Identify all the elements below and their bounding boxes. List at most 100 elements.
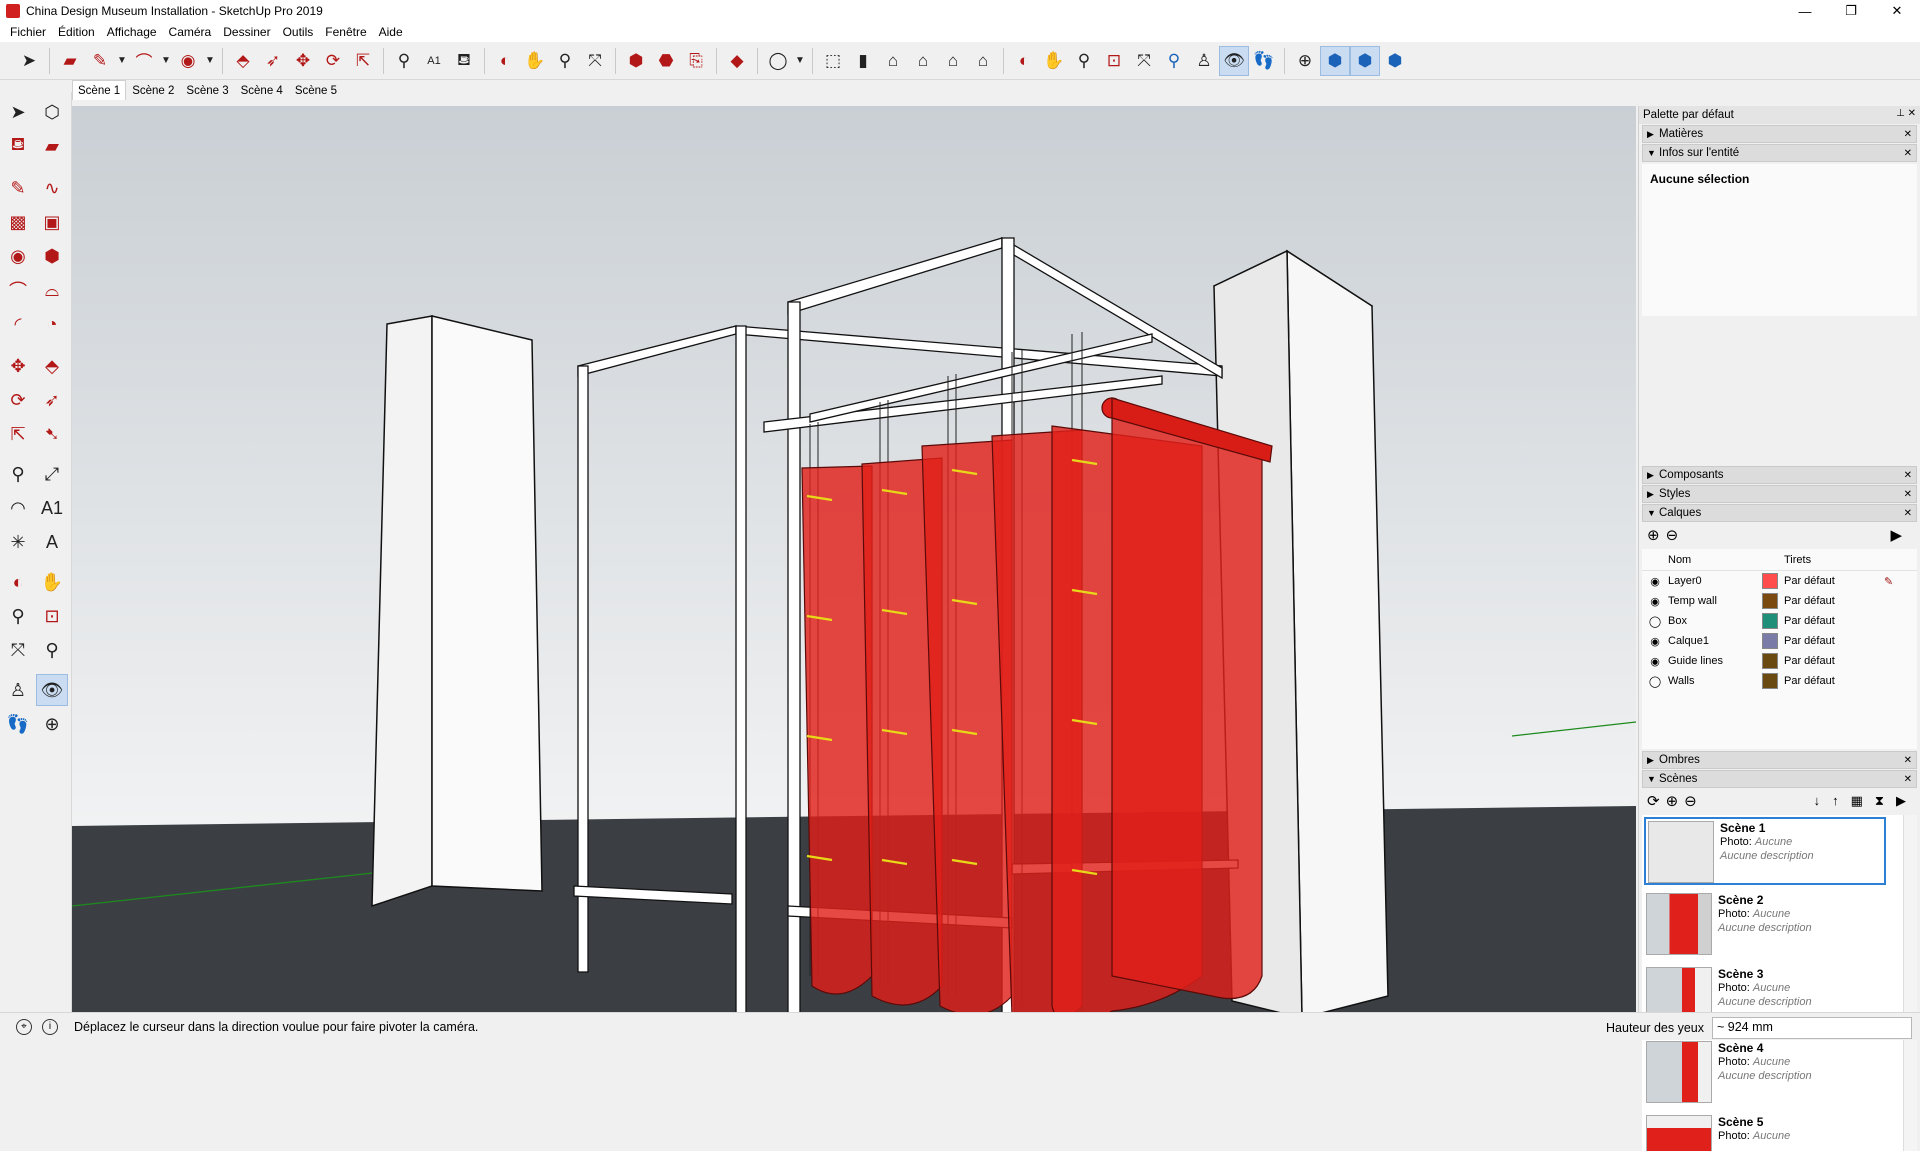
three-point-arc-icon[interactable]: ◜ xyxy=(2,308,34,340)
eraser-icon[interactable]: ▰ xyxy=(36,130,68,162)
orbit-camera-icon[interactable]: ◐ xyxy=(1009,46,1039,76)
tab-scene-4[interactable]: Scène 4 xyxy=(235,82,289,100)
close-icon[interactable]: ✕ xyxy=(1904,774,1912,785)
move-tool-icon[interactable]: ✥ xyxy=(288,46,318,76)
3d-warehouse-icon[interactable]: ⬢ xyxy=(621,46,651,76)
layer-dashes[interactable]: Par défaut xyxy=(1784,675,1884,687)
push-pull-tool-icon[interactable]: ⬘ xyxy=(228,46,258,76)
left-view-icon[interactable]: ⌂ xyxy=(968,46,998,76)
arc-icon[interactable]: ⌒ xyxy=(2,274,34,306)
zoom-tool-icon[interactable]: ⚲ xyxy=(2,600,34,632)
menu-edition[interactable]: Édition xyxy=(52,25,101,39)
close-icon[interactable]: ✕ xyxy=(1904,489,1912,500)
menu-affichage[interactable]: Affichage xyxy=(101,25,163,39)
layer-color-swatch[interactable] xyxy=(1762,573,1778,589)
account-dropdown-icon[interactable]: ▼ xyxy=(793,46,807,76)
orbit-tool-icon[interactable]: ◐ xyxy=(2,566,34,598)
info-icon[interactable]: i xyxy=(42,1018,58,1035)
menu-fenetre[interactable]: Fenêtre xyxy=(319,25,372,39)
add-scene-icon[interactable]: ⊕ xyxy=(1666,792,1679,810)
panel-styles[interactable]: ▶ Styles ✕ xyxy=(1642,485,1917,503)
front-view-icon[interactable]: ⌂ xyxy=(878,46,908,76)
layer-color-swatch[interactable] xyxy=(1762,593,1778,609)
layer-dashes[interactable]: Par défaut xyxy=(1784,575,1884,587)
scenes-scrollbar[interactable] xyxy=(1903,815,1917,1151)
update-scene-icon[interactable]: ⟳ xyxy=(1647,792,1660,810)
close-icon[interactable]: ✕ xyxy=(1904,129,1912,140)
layer-row-walls[interactable]: ◯ Walls Par défaut xyxy=(1642,671,1917,691)
layer-row-guide-lines[interactable]: ◉ Guide lines Par défaut xyxy=(1642,651,1917,671)
layer-color-swatch[interactable] xyxy=(1762,613,1778,629)
right-view-icon[interactable]: ⌂ xyxy=(908,46,938,76)
previous-view-icon[interactable]: ⚲ xyxy=(1159,46,1189,76)
rotate-tool-icon[interactable]: ⟳ xyxy=(318,46,348,76)
scene-card-2[interactable]: Scène 2 Photo: Aucune Aucune description xyxy=(1644,891,1886,959)
paint-bucket-icon[interactable]: ⛾ xyxy=(449,46,479,76)
tab-scene-3[interactable]: Scène 3 xyxy=(180,82,234,100)
pie-icon[interactable]: ◔ xyxy=(36,308,68,340)
panel-scenes[interactable]: ▼ Scènes ✕ xyxy=(1642,770,1917,788)
line-tool-icon[interactable]: ✎ xyxy=(85,46,115,76)
panel-entity-info[interactable]: ▼ Infos sur l'entité ✕ xyxy=(1642,144,1917,162)
look-around-tool-icon[interactable]: 👁 xyxy=(36,674,68,706)
layer-row-calque1[interactable]: ◉ Calque1 Par défaut xyxy=(1642,631,1917,651)
select-tool-icon[interactable]: ➤ xyxy=(14,46,44,76)
measurements-input[interactable]: ~ 924 mm xyxy=(1712,1017,1912,1039)
freehand-icon[interactable]: ∿ xyxy=(36,172,68,204)
modeling-viewport[interactable] xyxy=(72,106,1636,1012)
xray-style-icon[interactable]: ⬢ xyxy=(1320,45,1350,76)
axes-icon[interactable]: ✳ xyxy=(2,526,34,558)
scene-card-4[interactable]: Scène 4 Photo: Aucune Aucune description xyxy=(1644,1039,1886,1107)
layer-row-temp-wall[interactable]: ◉ Temp wall Par défaut xyxy=(1642,591,1917,611)
layer-dashes[interactable]: Par défaut xyxy=(1784,615,1884,627)
orbit-icon[interactable]: ◐ xyxy=(490,46,520,76)
minimize-button[interactable]: — xyxy=(1782,0,1828,22)
zoom-icon[interactable]: ⚲ xyxy=(550,46,580,76)
section-plane-icon[interactable]: ⊕ xyxy=(1290,46,1320,76)
delete-layer-icon[interactable]: ⊖ xyxy=(1666,526,1679,544)
tab-scene-1[interactable]: Scène 1 xyxy=(72,80,127,100)
panel-shadows[interactable]: ▶ Ombres ✕ xyxy=(1642,751,1917,769)
send-to-layout-icon[interactable]: ⎘ xyxy=(681,46,711,76)
position-camera-tool-icon[interactable]: ♙ xyxy=(2,674,34,706)
scale-icon[interactable]: ⇱ xyxy=(2,418,34,450)
walk-tool-icon[interactable]: 👣 xyxy=(2,708,34,740)
extension-warehouse-icon[interactable]: ⬣ xyxy=(651,46,681,76)
push-pull-icon[interactable]: ⬘ xyxy=(36,350,68,382)
rotate-icon[interactable]: ⟳ xyxy=(2,384,34,416)
3d-scene[interactable] xyxy=(72,106,1636,1012)
text-icon[interactable]: A1 xyxy=(36,492,68,524)
hidden-eye-icon[interactable]: ◯ xyxy=(1642,615,1668,628)
ruby-console-icon[interactable]: ◆ xyxy=(722,46,752,76)
paint-icon[interactable]: ⛾ xyxy=(2,130,34,162)
two-point-arc-icon[interactable]: ⌓ xyxy=(36,274,68,306)
line-icon[interactable]: ✎ xyxy=(2,172,34,204)
eraser-tool-icon[interactable]: ▰ xyxy=(55,46,85,76)
back-view-icon[interactable]: ⌂ xyxy=(938,46,968,76)
circle-tool-icon[interactable]: ◉ xyxy=(173,46,203,76)
hidden-eye-icon[interactable]: ◯ xyxy=(1642,675,1668,688)
panel-components[interactable]: ▶ Composants ✕ xyxy=(1642,466,1917,484)
layer-color-swatch[interactable] xyxy=(1762,653,1778,669)
move-scene-up-icon[interactable]: ↑ xyxy=(1832,793,1839,809)
visible-eye-icon[interactable]: ◉ xyxy=(1642,575,1668,588)
scale-tool-icon[interactable]: ⇱ xyxy=(348,46,378,76)
follow-me-icon[interactable]: ➶ xyxy=(36,384,68,416)
close-icon[interactable]: ✕ xyxy=(1904,470,1912,481)
layer-details-icon[interactable]: ▶ xyxy=(1890,526,1902,544)
tab-scene-2[interactable]: Scène 2 xyxy=(126,82,180,100)
follow-me-tool-icon[interactable]: ➶ xyxy=(258,46,288,76)
position-camera-icon[interactable]: ♙ xyxy=(1189,46,1219,76)
menu-camera[interactable]: Caméra xyxy=(163,25,218,39)
make-component-icon[interactable]: ⬡ xyxy=(36,96,68,128)
layer-row-layer0[interactable]: ◉ Layer0 Par défaut ✎ xyxy=(1642,571,1917,591)
layer-color-swatch[interactable] xyxy=(1762,673,1778,689)
section-plane-tool-icon[interactable]: ⊕ xyxy=(36,708,68,740)
layer-dashes[interactable]: Par défaut xyxy=(1784,655,1884,667)
pan-hand-icon[interactable]: ✋ xyxy=(520,46,550,76)
offset-icon[interactable]: ➷ xyxy=(36,418,68,450)
rotated-rectangle-icon[interactable]: ▣ xyxy=(36,206,68,238)
text-tool-icon[interactable]: A1 xyxy=(419,46,449,76)
zoom-camera-icon[interactable]: ⚲ xyxy=(1069,46,1099,76)
scene-details-icon[interactable]: ▶ xyxy=(1896,793,1906,809)
